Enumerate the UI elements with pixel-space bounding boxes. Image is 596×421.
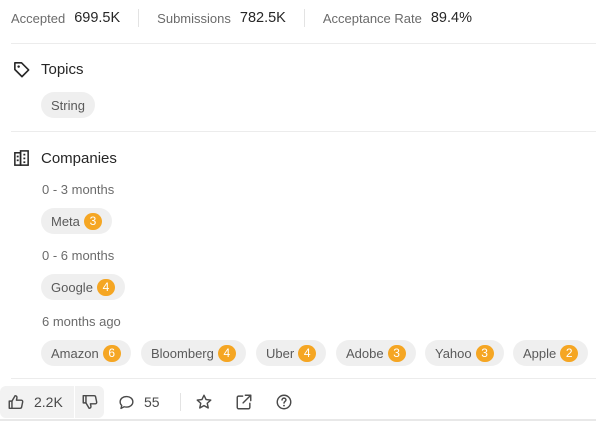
footer-divider	[180, 393, 181, 411]
building-icon	[14, 150, 29, 166]
period-label: 0 - 3 months	[42, 182, 115, 197]
comment-count: 55	[144, 394, 160, 410]
like-button[interactable]: 2.2K	[0, 386, 74, 418]
company-count-badge: 6	[102, 344, 121, 362]
company-tag-adobe[interactable]: Adobe 3	[336, 340, 416, 366]
company-tag-meta[interactable]: Meta 3	[41, 208, 112, 234]
comments-button[interactable]: 55	[118, 386, 160, 418]
tag-icon	[14, 62, 30, 78]
share-icon	[236, 394, 252, 410]
vote-group: 2.2K	[0, 386, 104, 418]
thumbs-down-icon	[82, 394, 97, 410]
topics-title: Topics	[41, 61, 84, 78]
period-label: 0 - 6 months	[42, 248, 115, 263]
company-count-badge: 3	[387, 344, 406, 362]
submissions-stat: Submissions 782.5K	[157, 10, 286, 26]
acceptance-rate-value: 89.4%	[430, 10, 472, 26]
submissions-value: 782.5K	[239, 10, 286, 26]
dislike-button[interactable]	[75, 386, 104, 418]
company-count-badge: 4	[217, 344, 236, 362]
stat-divider	[138, 9, 140, 27]
companies-header[interactable]: Companies	[12, 149, 117, 168]
thumbs-up-icon	[8, 394, 24, 410]
company-tag-apple[interactable]: Apple 2	[513, 340, 589, 366]
company-tag-bloomberg[interactable]: Bloomberg 4	[141, 340, 246, 366]
company-name: Adobe	[346, 345, 384, 361]
company-name: Google	[51, 279, 93, 295]
submissions-label: Submissions	[157, 10, 231, 26]
company-name: Apple	[523, 345, 557, 361]
company-count-badge: 4	[298, 344, 317, 362]
company-tag-amazon[interactable]: Amazon 6	[41, 340, 131, 366]
footer-actions: 2.2K 55	[0, 384, 596, 421]
company-name: Yahoo	[435, 345, 472, 361]
divider	[11, 131, 596, 132]
company-name: Bloomberg	[151, 345, 214, 361]
acceptance-rate-label: Acceptance Rate	[322, 10, 422, 26]
company-tag-yahoo[interactable]: Yahoo 3	[425, 340, 504, 366]
stat-divider	[303, 9, 305, 27]
company-name: Meta	[51, 213, 80, 229]
period-label: 6 months ago	[42, 314, 121, 329]
star-icon	[196, 394, 212, 409]
company-count-badge: 4	[96, 278, 115, 296]
accepted-label: Accepted	[11, 10, 66, 26]
topics-header[interactable]: Topics	[12, 60, 84, 79]
accepted-value: 699.5K	[74, 10, 121, 26]
topic-tag-string[interactable]: String	[41, 92, 95, 118]
companies-title: Companies	[41, 150, 117, 167]
company-name: Uber	[266, 345, 295, 361]
favorite-button[interactable]	[195, 386, 213, 418]
like-count: 2.2K	[34, 394, 63, 410]
help-icon	[276, 394, 292, 410]
accepted-stat: Accepted 699.5K	[11, 10, 120, 26]
company-tag-google[interactable]: Google 4	[41, 274, 125, 300]
company-name: Amazon	[51, 345, 99, 361]
company-count-badge: 3	[83, 212, 102, 230]
acceptance-rate-stat: Acceptance Rate 89.4%	[323, 10, 472, 26]
share-button[interactable]	[235, 386, 253, 418]
topic-tag-label: String	[51, 97, 85, 113]
company-count-badge: 2	[560, 344, 579, 362]
company-tag-uber[interactable]: Uber 4	[256, 340, 327, 366]
company-count-badge: 3	[475, 344, 494, 362]
divider	[11, 378, 596, 379]
help-button[interactable]	[275, 386, 293, 418]
comment-icon	[119, 395, 134, 409]
stats-bar: Accepted 699.5K Submissions 782.5K Accep…	[11, 0, 472, 36]
divider	[11, 43, 596, 44]
